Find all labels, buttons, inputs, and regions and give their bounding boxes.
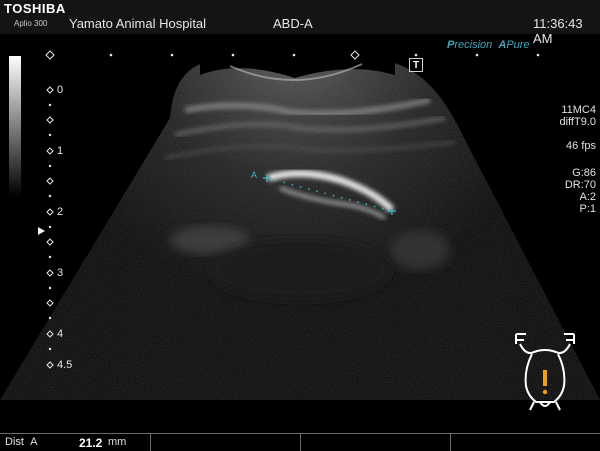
caliper-label: A [251, 170, 258, 180]
measurement-name: Dist A [5, 436, 38, 448]
grayscale-bar [9, 56, 21, 196]
scan-sector [0, 59, 600, 400]
gain-value: G:86 [572, 167, 596, 179]
measurement-unit: mm [108, 436, 127, 448]
probe-position-icon [543, 370, 547, 386]
measurement-slot-2 [150, 434, 301, 451]
measurement-slot-3 [300, 434, 451, 451]
depth-label-1: 1 [57, 145, 64, 157]
depth-label-4: 4 [57, 328, 64, 340]
depth-label-4-5: 4.5 [57, 359, 73, 371]
ultrasound-image [0, 40, 600, 400]
p-value: P:1 [579, 203, 596, 215]
orientation-marker-icon: T [409, 58, 423, 72]
pure-label: Pure [506, 39, 530, 51]
imaging-mode: diffT9.0 [559, 116, 597, 128]
depth-label-0: 0 [57, 84, 64, 96]
measurement-slot-4 [450, 434, 599, 451]
depth-label-3: 3 [57, 267, 64, 279]
frame-rate: 46 fps [566, 140, 596, 152]
precision-label: recision [454, 39, 493, 51]
focus-marker-icon[interactable] [38, 227, 45, 235]
body-mark-pictogram[interactable] [512, 330, 578, 412]
depth-label-2: 2 [57, 206, 64, 218]
gain-params: G:86 DR:70 A:2 P:1 [565, 167, 596, 215]
measurement-value: 21.2 [79, 436, 103, 450]
measurement-result: Dist A 21.2 mm [0, 434, 151, 451]
measurement-bar: Dist A 21.2 mm [0, 433, 600, 451]
image-mode-indicator: Precision APure [447, 39, 530, 51]
dynamic-range-value: DR:70 [564, 179, 596, 191]
a-value: A:2 [579, 191, 596, 203]
probe-params: 11MC4 diffT9.0 [560, 104, 597, 128]
probe-name: 11MC4 [561, 104, 596, 116]
